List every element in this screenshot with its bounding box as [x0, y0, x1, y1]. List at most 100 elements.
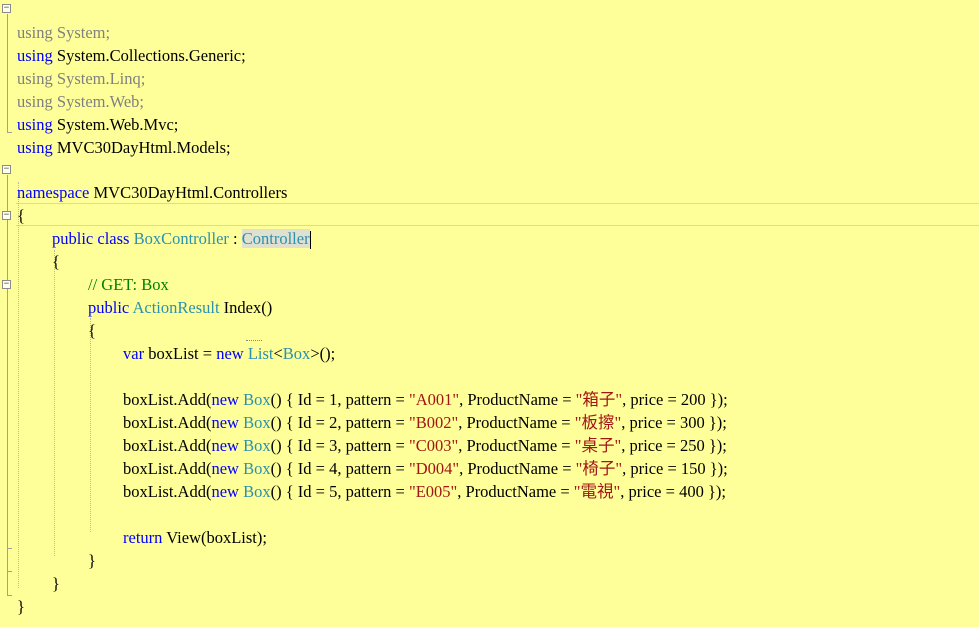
new-keyword: new: [211, 459, 239, 478]
code-line-add[interactable]: boxList.Add(new Box() { Id = 1, pattern …: [0, 365, 728, 409]
pattern-string: "A001": [408, 390, 460, 409]
name-label: , ProductName =: [458, 413, 575, 432]
new-keyword: new: [216, 344, 244, 363]
code-line-using-5[interactable]: using System.Web.Mvc;: [0, 90, 178, 134]
code-line-add[interactable]: boxList.Add(new Box() { Id = 5, pattern …: [0, 457, 726, 501]
return-keyword: return: [123, 528, 163, 547]
pattern-label: , pattern =: [337, 413, 409, 432]
name-string: "電視": [573, 482, 621, 501]
public-keyword: public: [52, 229, 94, 248]
box-type: Box: [243, 413, 271, 432]
new-keyword: new: [211, 390, 239, 409]
code-line-add[interactable]: boxList.Add(new Box() { Id = 3, pattern …: [0, 411, 727, 455]
price-value: 250: [679, 436, 705, 455]
suggestion-squiggle: [246, 338, 262, 341]
using-keyword: using: [17, 23, 53, 42]
var-keyword: var: [123, 344, 145, 363]
name-label: , ProductName =: [457, 482, 574, 501]
code-line-namespace-open[interactable]: {: [0, 181, 25, 225]
open-brace: {: [52, 252, 60, 271]
public-keyword: public: [88, 298, 130, 317]
code-line-namespace[interactable]: namespace MVC30DayHtml.Controllers: [0, 158, 287, 202]
class-name: BoxController: [133, 229, 229, 248]
pattern-label: , pattern =: [337, 482, 409, 501]
box-type: Box: [243, 459, 271, 478]
price-value: 400: [679, 482, 704, 501]
pattern-string: "D004": [408, 459, 460, 478]
new-keyword: new: [211, 436, 239, 455]
using-namespace: System.Web;: [56, 92, 145, 111]
namespace-keyword: namespace: [17, 183, 90, 202]
code-line-using-6[interactable]: using MVC30DayHtml.Models;: [0, 113, 231, 157]
comment: // GET: Box: [88, 275, 169, 294]
code-line-add[interactable]: boxList.Add(new Box() { Id = 2, pattern …: [0, 388, 727, 432]
return-type: ActionResult: [132, 298, 220, 317]
code-line-namespace-close[interactable]: }: [0, 572, 25, 616]
name-string: "板擦": [574, 413, 622, 432]
initializer-open: () { Id =: [270, 482, 330, 501]
initializer-open: () { Id =: [270, 413, 330, 432]
box-type: Box: [282, 344, 311, 363]
price-value: 200: [680, 390, 706, 409]
initializer-close: });: [704, 413, 727, 432]
using-namespace: System;: [56, 23, 111, 42]
code-line-using-1[interactable]: using System;: [0, 0, 110, 42]
add-call: boxList.Add(: [123, 482, 212, 501]
initializer-close: });: [705, 459, 728, 478]
name-string: "箱子": [575, 390, 623, 409]
pattern-string: "C003": [408, 436, 459, 455]
add-call: boxList.Add(: [123, 436, 212, 455]
indent-guide: [90, 318, 91, 532]
namespace-name: MVC30DayHtml.Controllers: [93, 183, 288, 202]
using-namespace: MVC30DayHtml.Models;: [56, 138, 231, 157]
code-line-method-close[interactable]: }: [0, 526, 96, 570]
using-keyword: using: [17, 115, 53, 134]
using-namespace: System.Web.Mvc;: [56, 115, 179, 134]
pattern-label: , pattern =: [337, 390, 409, 409]
variable-assign: boxList =: [148, 344, 213, 363]
price-value: 300: [679, 413, 705, 432]
new-keyword: new: [211, 482, 239, 501]
initializer-close: });: [703, 482, 726, 501]
code-editor[interactable]: − − − − using System; using System.Colle…: [0, 0, 979, 627]
text-caret: [309, 231, 311, 250]
code-line-using-3[interactable]: using System.Linq;: [0, 44, 145, 88]
code-line-class-open[interactable]: {: [0, 227, 60, 271]
add-call: boxList.Add(: [123, 459, 212, 478]
name-label: , ProductName =: [459, 390, 576, 409]
code-line-var[interactable]: var boxList = new List<Box>();: [0, 319, 335, 363]
generic-open: <: [273, 344, 283, 363]
open-brace: {: [17, 206, 25, 225]
code-line-comment[interactable]: // GET: Box: [0, 250, 169, 294]
code-line-method[interactable]: public ActionResult Index(): [0, 273, 272, 317]
add-call: boxList.Add(: [123, 390, 212, 409]
box-type: Box: [243, 482, 271, 501]
code-line-class[interactable]: public class BoxController : Controller: [0, 204, 311, 250]
name-label: , ProductName =: [459, 459, 576, 478]
code-line-return[interactable]: return View(boxList);: [0, 503, 267, 547]
name-string: "椅子": [575, 459, 623, 478]
code-line-class-close[interactable]: }: [0, 549, 60, 593]
code-line-method-open[interactable]: {: [0, 296, 96, 340]
price-label: , price =: [620, 482, 680, 501]
price-label: , price =: [621, 436, 680, 455]
class-keyword: class: [97, 229, 130, 248]
code-line-using-4[interactable]: using System.Web;: [0, 67, 144, 111]
box-type: Box: [243, 390, 271, 409]
code-line-add[interactable]: boxList.Add(new Box() { Id = 4, pattern …: [0, 434, 728, 478]
box-type: Box: [243, 436, 271, 455]
add-call: boxList.Add(: [123, 413, 212, 432]
initializer-close: });: [705, 390, 728, 409]
indent-guide: [18, 182, 19, 588]
using-keyword: using: [17, 69, 53, 88]
initializer-open: () { Id =: [270, 390, 330, 409]
colon: :: [233, 229, 238, 248]
code-line-using-2[interactable]: using System.Collections.Generic;: [0, 21, 246, 65]
open-brace: {: [88, 321, 96, 340]
initializer-open: () { Id =: [270, 459, 330, 478]
price-label: , price =: [621, 413, 680, 432]
pattern-string: "B002": [408, 413, 459, 432]
price-label: , price =: [622, 390, 681, 409]
return-expression: View(boxList);: [166, 528, 267, 547]
initializer-close: });: [704, 436, 727, 455]
